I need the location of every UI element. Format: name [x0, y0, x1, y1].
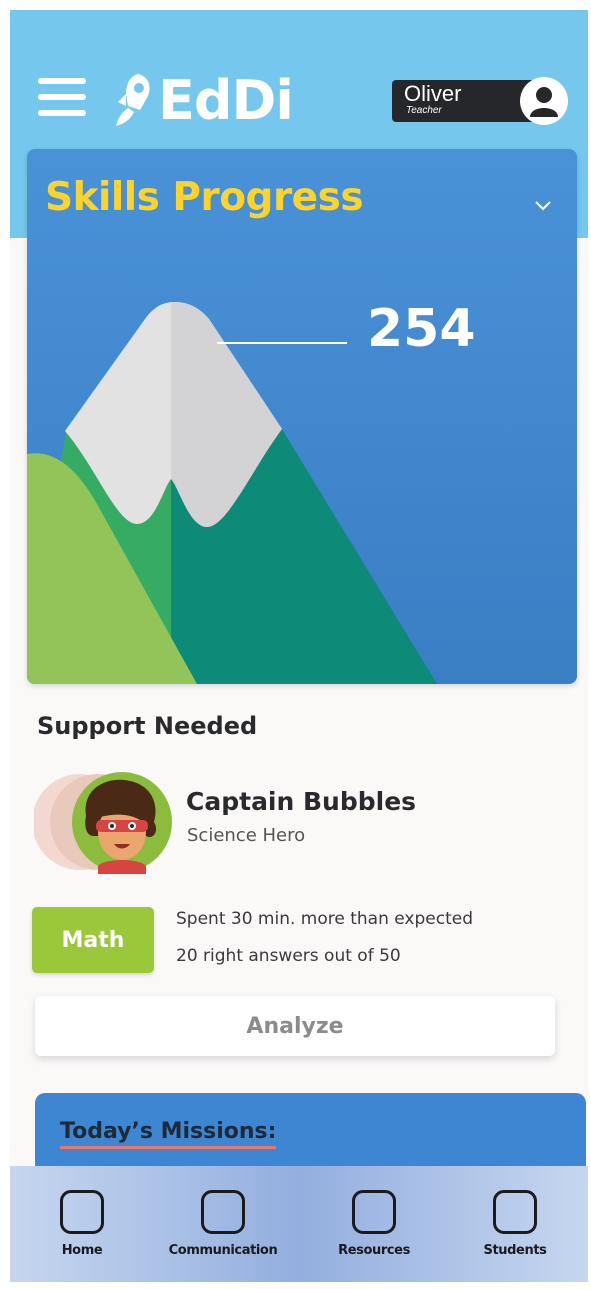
app-screen: EdDi Oliver Teacher Skills Progress 254 … — [10, 10, 588, 1282]
skills-score: 254 — [367, 299, 476, 359]
user-avatar-icon — [520, 77, 568, 125]
nav-item-students[interactable]: Students — [470, 1166, 560, 1282]
nav-item-communication[interactable]: Communication — [154, 1166, 292, 1282]
user-role: Teacher — [406, 105, 442, 116]
mountain-illustration — [27, 302, 437, 684]
app-name: EdDi — [158, 68, 294, 132]
students-icon — [493, 1190, 537, 1234]
rocket-icon — [116, 74, 150, 126]
support-note: 20 right answers out of 50 — [176, 946, 401, 966]
skills-progress-title: Skills Progress — [45, 175, 364, 220]
student-name[interactable]: Captain Bubbles — [186, 787, 416, 816]
nav-label: Home — [61, 1243, 103, 1258]
student-role: Science Hero — [187, 825, 306, 846]
nav-label: Resources — [338, 1243, 410, 1258]
user-name: Oliver — [404, 81, 462, 106]
skills-progress-card: Skills Progress 254 — [27, 149, 577, 684]
user-profile-chip[interactable]: Oliver Teacher — [392, 77, 568, 125]
support-needed-title: Support Needed — [37, 712, 258, 740]
support-note: Spent 30 min. more than expected — [176, 909, 473, 929]
home-icon — [60, 1190, 104, 1234]
nav-item-resources[interactable]: Resources — [324, 1166, 424, 1282]
hamburger-menu-icon[interactable] — [38, 78, 88, 118]
app-logo: EdDi — [112, 68, 294, 132]
student-avatar-stack[interactable] — [32, 770, 174, 874]
bottom-navigation: Home Communication Resources Students — [10, 1166, 588, 1282]
nav-label: Communication — [168, 1243, 278, 1258]
resources-icon — [352, 1190, 396, 1234]
missions-title: Today’s Missions: — [60, 1119, 277, 1149]
score-pointer-line — [217, 342, 347, 344]
chevron-down-icon[interactable] — [531, 193, 555, 217]
subject-badge-math: Math — [32, 907, 154, 973]
nav-item-home[interactable]: Home — [39, 1166, 125, 1282]
nav-label: Students — [483, 1243, 547, 1258]
communication-icon — [201, 1190, 245, 1234]
analyze-button[interactable]: Analyze — [35, 996, 555, 1056]
